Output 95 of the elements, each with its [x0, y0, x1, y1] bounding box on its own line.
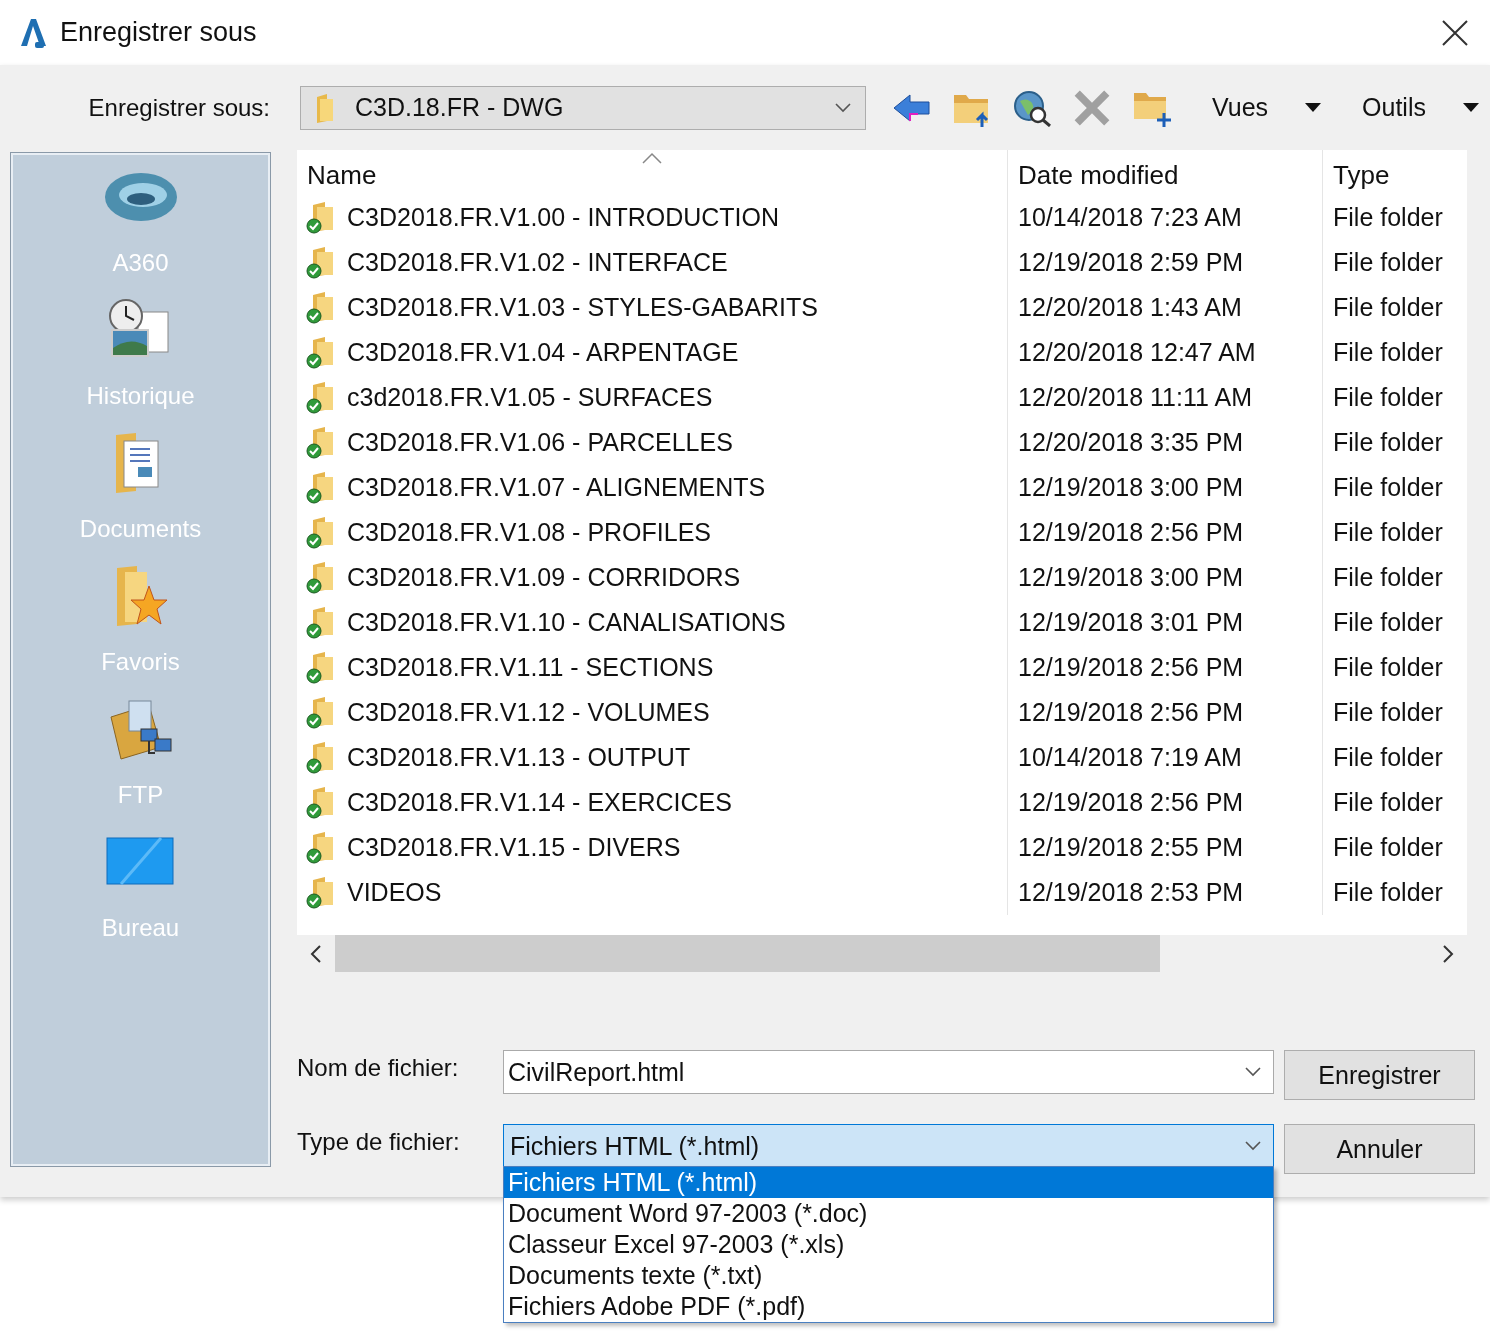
synced-folder-icon	[305, 831, 335, 864]
file-name[interactable]: C3D2018.FR.V1.15 - DIVERS	[347, 833, 681, 862]
file-name[interactable]: C3D2018.FR.V1.13 - OUTPUT	[347, 743, 691, 772]
synced-folder-icon	[305, 651, 335, 684]
synced-folder-icon	[305, 336, 335, 369]
file-type: File folder	[1333, 248, 1443, 277]
chevron-down-icon	[1245, 1067, 1261, 1077]
file-name[interactable]: C3D2018.FR.V1.06 - PARCELLES	[347, 428, 733, 457]
close-icon[interactable]	[1442, 19, 1468, 46]
toolbar-menu[interactable]: Vues	[1212, 93, 1323, 122]
filetype-option[interactable]: Fichiers HTML (*.html)	[504, 1167, 1273, 1198]
filetype-option[interactable]: Document Word 97-2003 (*.doc)	[504, 1198, 1273, 1229]
synced-folder-icon	[305, 606, 335, 639]
scroll-right-icon[interactable]	[1442, 943, 1454, 964]
file-type: File folder	[1333, 473, 1443, 502]
window-title: Enregistrer sous	[60, 17, 258, 48]
synced-folder-icon	[305, 696, 335, 729]
dropdown-triangle-icon	[1461, 102, 1480, 113]
synced-folder-icon	[305, 201, 335, 234]
globe-search-icon[interactable]	[1012, 88, 1052, 127]
file-type: File folder	[1333, 428, 1443, 457]
synced-folder-icon	[305, 246, 335, 279]
file-type: File folder	[1333, 383, 1443, 412]
date-modified: 12/19/2018 2:55 PM	[1018, 833, 1244, 862]
scroll-left-icon[interactable]	[310, 943, 322, 964]
location-dropdown[interactable]: C3D.18.FR - DWG	[300, 85, 866, 130]
file-name[interactable]: C3D2018.FR.V1.10 - CANALISATIONS	[347, 608, 786, 637]
file-type: File folder	[1333, 653, 1443, 682]
date-modified: 12/19/2018 2:56 PM	[1018, 698, 1244, 727]
synced-folder-icon	[305, 561, 335, 594]
date-modified: 10/14/2018 7:19 AM	[1018, 743, 1242, 772]
file-type: File folder	[1333, 878, 1443, 907]
filetype-dropdown[interactable]: Fichiers HTML (*.html)	[503, 1124, 1274, 1168]
location-label: Enregistrer sous:	[87, 93, 270, 122]
file-type: File folder	[1333, 563, 1443, 592]
file-name[interactable]: C3D2018.FR.V1.14 - EXERCICES	[347, 788, 732, 817]
file-type: File folder	[1333, 203, 1443, 232]
file-name[interactable]: C3D2018.FR.V1.08 - PROFILES	[347, 518, 712, 547]
file-name[interactable]: C3D2018.FR.V1.09 - CORRIDORS	[347, 563, 741, 592]
cancel-button[interactable]: Annuler	[1284, 1124, 1475, 1174]
filetype-option[interactable]: Classeur Excel 97-2003 (*.xls)	[504, 1229, 1273, 1260]
filename-label: Nom de fichier:	[297, 1053, 460, 1082]
synced-folder-icon	[305, 381, 335, 414]
filetype-option[interactable]: Fichiers Adobe PDF (*.pdf)	[504, 1291, 1273, 1322]
save-button[interactable]: Enregistrer	[1284, 1050, 1475, 1100]
file-type: File folder	[1333, 608, 1443, 637]
file-name[interactable]: C3D2018.FR.V1.11 - SECTIONS	[347, 653, 714, 682]
date-modified: 12/20/2018 12:47 AM	[1018, 338, 1256, 367]
synced-folder-icon	[305, 786, 335, 819]
date-modified: 10/14/2018 7:23 AM	[1018, 203, 1242, 232]
file-type: File folder	[1333, 698, 1443, 727]
file-name[interactable]: c3d2018.FR.V1.05 - SURFACES	[347, 383, 713, 412]
synced-folder-icon	[305, 291, 335, 324]
file-type: File folder	[1333, 293, 1443, 322]
file-name[interactable]: C3D2018.FR.V1.04 - ARPENTAGE	[347, 338, 739, 367]
date-modified: 12/20/2018 11:11 AM	[1018, 383, 1252, 412]
toolbar-menu[interactable]: Outils	[1362, 93, 1480, 122]
file-type: File folder	[1333, 743, 1443, 772]
column-header[interactable]: Name	[297, 150, 1007, 200]
filename-field[interactable]: CivilReport.html	[503, 1050, 1274, 1094]
date-modified: 12/19/2018 2:59 PM	[1018, 248, 1244, 277]
file-type: File folder	[1333, 788, 1443, 817]
file-name[interactable]: C3D2018.FR.V1.03 - STYLES-GABARITS	[347, 293, 818, 322]
column-header[interactable]: Date modified	[1007, 150, 1322, 200]
date-modified: 12/19/2018 2:56 PM	[1018, 788, 1244, 817]
date-modified: 12/19/2018 3:01 PM	[1018, 608, 1244, 637]
column-header[interactable]: Type	[1322, 150, 1467, 200]
scrollbar-thumb[interactable]	[335, 935, 1160, 972]
folder-icon	[315, 92, 335, 123]
date-modified: 12/19/2018 2:53 PM	[1018, 878, 1244, 907]
file-name[interactable]: C3D2018.FR.V1.00 - INTRODUCTION	[347, 203, 780, 232]
file-name[interactable]: C3D2018.FR.V1.02 - INTERFACE	[347, 248, 728, 277]
file-type: File folder	[1333, 518, 1443, 547]
sort-ascending-icon	[642, 152, 662, 164]
dropdown-triangle-icon	[1304, 102, 1323, 113]
file-type: File folder	[1333, 833, 1443, 862]
chevron-down-icon	[1245, 1141, 1261, 1151]
synced-folder-icon	[305, 876, 335, 909]
synced-folder-icon	[305, 516, 335, 549]
synced-folder-icon	[305, 426, 335, 459]
file-type: File folder	[1333, 338, 1443, 367]
date-modified: 12/19/2018 2:56 PM	[1018, 653, 1244, 682]
date-modified: 12/20/2018 1:43 AM	[1018, 293, 1242, 322]
synced-folder-icon	[305, 471, 335, 504]
date-modified: 12/20/2018 3:35 PM	[1018, 428, 1244, 457]
date-modified: 12/19/2018 3:00 PM	[1018, 473, 1244, 502]
date-modified: 12/19/2018 2:56 PM	[1018, 518, 1244, 547]
date-modified: 12/19/2018 3:00 PM	[1018, 563, 1244, 592]
synced-folder-icon	[305, 741, 335, 774]
chevron-down-icon	[835, 102, 851, 113]
filetype-label: Type de fichier:	[297, 1127, 461, 1156]
filetype-option[interactable]: Documents texte (*.txt)	[504, 1260, 1273, 1291]
file-name[interactable]: C3D2018.FR.V1.12 - VOLUMES	[347, 698, 710, 727]
file-name[interactable]: C3D2018.FR.V1.07 - ALIGNEMENTS	[347, 473, 766, 502]
file-name[interactable]: VIDEOS	[347, 878, 442, 907]
